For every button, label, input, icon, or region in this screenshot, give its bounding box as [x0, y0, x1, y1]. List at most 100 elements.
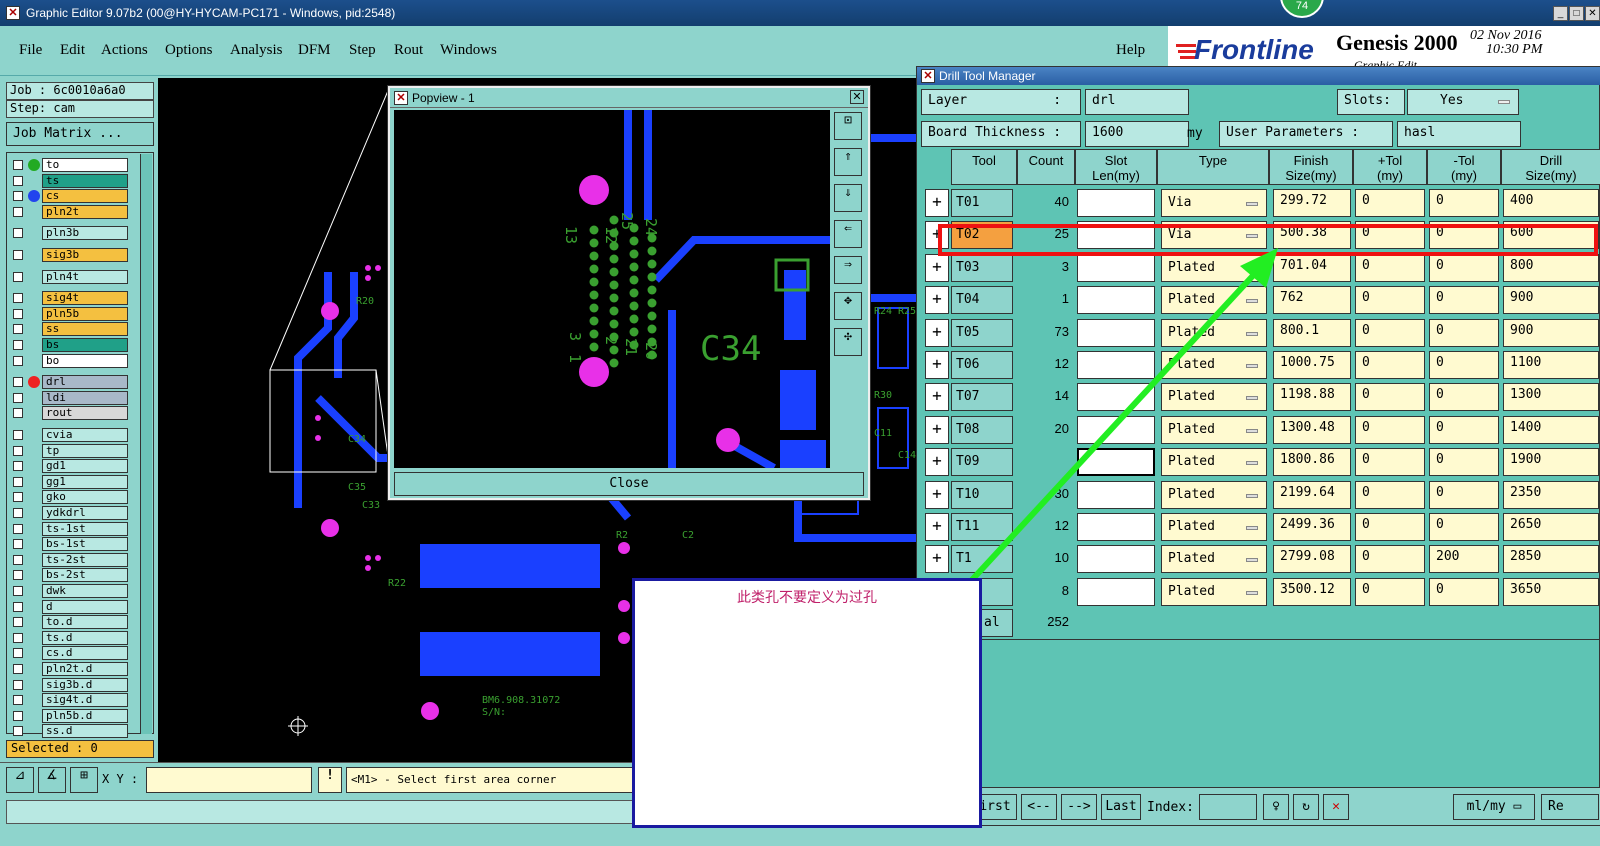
measure-tool-icon[interactable]: ⊿: [6, 767, 34, 793]
layer-input[interactable]: drl: [1085, 89, 1189, 115]
plus-tol-input[interactable]: 0: [1355, 513, 1425, 541]
layer-row-pln4t[interactable]: pln4t: [10, 269, 128, 284]
layer-checkbox[interactable]: [13, 250, 23, 260]
menu-analysis[interactable]: Analysis: [230, 42, 283, 59]
drill-size-input[interactable]: 400: [1503, 189, 1599, 217]
menu-file[interactable]: File: [19, 42, 42, 59]
layer-checkbox[interactable]: [13, 523, 23, 534]
prev-button[interactable]: <--: [1021, 794, 1057, 820]
layer-row-pln2t[interactable]: pln2t: [10, 204, 128, 219]
minus-tol-input[interactable]: 0: [1429, 286, 1499, 315]
layer-row-d[interactable]: d: [10, 599, 128, 614]
layer-checkbox[interactable]: [13, 664, 23, 674]
layer-checkbox[interactable]: [13, 377, 23, 388]
drill-size-input[interactable]: 1100: [1503, 351, 1599, 379]
layer-row-bs-1st[interactable]: bs-1st: [10, 537, 128, 552]
plus-tol-input[interactable]: 0: [1355, 383, 1425, 412]
minus-tol-input[interactable]: 0: [1429, 351, 1499, 379]
pan-down-icon[interactable]: ⇓: [834, 184, 862, 212]
layer-checkbox[interactable]: [13, 570, 23, 581]
pan-left-icon[interactable]: ⇐: [834, 220, 862, 248]
layer-row-to.d[interactable]: to.d: [10, 615, 128, 630]
plus-tol-input[interactable]: 0: [1355, 286, 1425, 315]
layer-checkbox[interactable]: [13, 601, 23, 612]
layer-checkbox[interactable]: [13, 492, 23, 503]
layer-checkbox[interactable]: [13, 175, 23, 186]
menu-rout[interactable]: Rout: [394, 42, 423, 59]
minus-tol-input[interactable]: 0: [1429, 383, 1499, 412]
layer-row-bs[interactable]: bs: [10, 338, 128, 352]
popview-canvas[interactable]: C34 13 12 25 24 3 1 2 21 20: [394, 110, 830, 468]
menu-edit[interactable]: Edit: [60, 42, 85, 59]
drill-size-input[interactable]: 900: [1503, 286, 1599, 315]
drill-size-input[interactable]: 1900: [1503, 448, 1599, 477]
index-input[interactable]: [1199, 794, 1257, 820]
layer-row-gg1[interactable]: gg1: [10, 474, 128, 489]
layer-checkbox[interactable]: [13, 632, 23, 643]
layer-row-cvia[interactable]: cvia: [10, 428, 128, 442]
layer-checkbox[interactable]: [13, 617, 23, 628]
alert-icon[interactable]: !: [318, 767, 342, 793]
layer-checkbox[interactable]: [13, 695, 23, 706]
layer-checkbox[interactable]: [13, 408, 23, 419]
user-params-input[interactable]: hasl: [1397, 121, 1521, 147]
layer-row-to[interactable]: to: [10, 158, 128, 172]
zoom-in-icon[interactable]: ✥: [834, 292, 862, 320]
type-select[interactable]: Via: [1161, 189, 1267, 217]
layer-checkbox[interactable]: [13, 461, 23, 472]
plus-tol-input[interactable]: 0: [1355, 480, 1425, 509]
menu-step[interactable]: Step: [349, 42, 376, 59]
lightbulb-icon[interactable]: ♀: [1263, 794, 1289, 820]
job-matrix-button[interactable]: Job Matrix ...: [6, 122, 154, 146]
drill-size-input[interactable]: 3650: [1503, 577, 1599, 606]
plus-tol-input[interactable]: 0: [1355, 577, 1425, 606]
layer-checkbox[interactable]: [13, 293, 23, 304]
layer-row-sig4t[interactable]: sig4t: [10, 291, 128, 306]
minus-tol-input[interactable]: 0: [1429, 415, 1499, 444]
layer-row-ts.d[interactable]: ts.d: [10, 630, 128, 645]
last-button[interactable]: Last: [1101, 794, 1141, 820]
refresh-icon[interactable]: ↻: [1293, 794, 1319, 820]
drill-size-input[interactable]: 1300: [1503, 383, 1599, 412]
pan-right-icon[interactable]: ⇒: [834, 256, 862, 284]
xy-input[interactable]: [146, 767, 312, 793]
layer-checkbox[interactable]: [13, 586, 23, 596]
plus-tol-input[interactable]: 0: [1355, 448, 1425, 477]
minus-tol-input[interactable]: 0: [1429, 318, 1499, 347]
popview-close-icon[interactable]: ✕: [850, 90, 864, 104]
minus-tol-input[interactable]: 200: [1429, 545, 1499, 574]
layer-list-scrollbar[interactable]: [140, 154, 152, 734]
plus-tol-input[interactable]: 0: [1355, 318, 1425, 347]
layer-checkbox[interactable]: [13, 710, 23, 721]
layer-checkbox[interactable]: [13, 508, 23, 518]
layer-row-bo[interactable]: bo: [10, 353, 128, 368]
next-button[interactable]: -->: [1061, 794, 1097, 820]
menu-actions[interactable]: Actions: [101, 42, 148, 59]
units-select[interactable]: ml/my ▭: [1453, 794, 1535, 820]
pan-up-icon[interactable]: ⇑: [834, 148, 862, 176]
layer-checkbox[interactable]: [13, 648, 23, 659]
minus-tol-input[interactable]: 0: [1429, 189, 1499, 217]
layer-checkbox[interactable]: [13, 340, 23, 350]
layer-row-pln3b[interactable]: pln3b: [10, 226, 128, 241]
layer-row-gd1[interactable]: gd1: [10, 459, 128, 474]
minus-tol-input[interactable]: 0: [1429, 253, 1499, 282]
popview-close-button[interactable]: Close: [394, 472, 864, 496]
drill-size-input[interactable]: 900: [1503, 318, 1599, 347]
layer-row-sig3b[interactable]: sig3b: [10, 248, 128, 262]
maximize-button[interactable]: □: [1569, 6, 1584, 21]
layer-checkbox[interactable]: [13, 308, 23, 319]
drill-size-input[interactable]: 2350: [1503, 480, 1599, 509]
minimize-button[interactable]: _: [1553, 6, 1568, 21]
layer-row-drl[interactable]: drl: [10, 375, 128, 390]
layer-row-gko[interactable]: gko: [10, 490, 128, 505]
layer-checkbox[interactable]: [13, 430, 23, 440]
layer-row-tp[interactable]: tp: [10, 443, 128, 458]
re-button[interactable]: Re: [1541, 794, 1599, 820]
plus-tol-input[interactable]: 0: [1355, 253, 1425, 282]
plus-tol-input[interactable]: 0: [1355, 545, 1425, 574]
angle-tool-icon[interactable]: ∡: [38, 767, 66, 793]
layer-checkbox[interactable]: [13, 160, 23, 170]
layer-row-pln5b[interactable]: pln5b: [10, 306, 128, 321]
layer-checkbox[interactable]: [13, 392, 23, 403]
